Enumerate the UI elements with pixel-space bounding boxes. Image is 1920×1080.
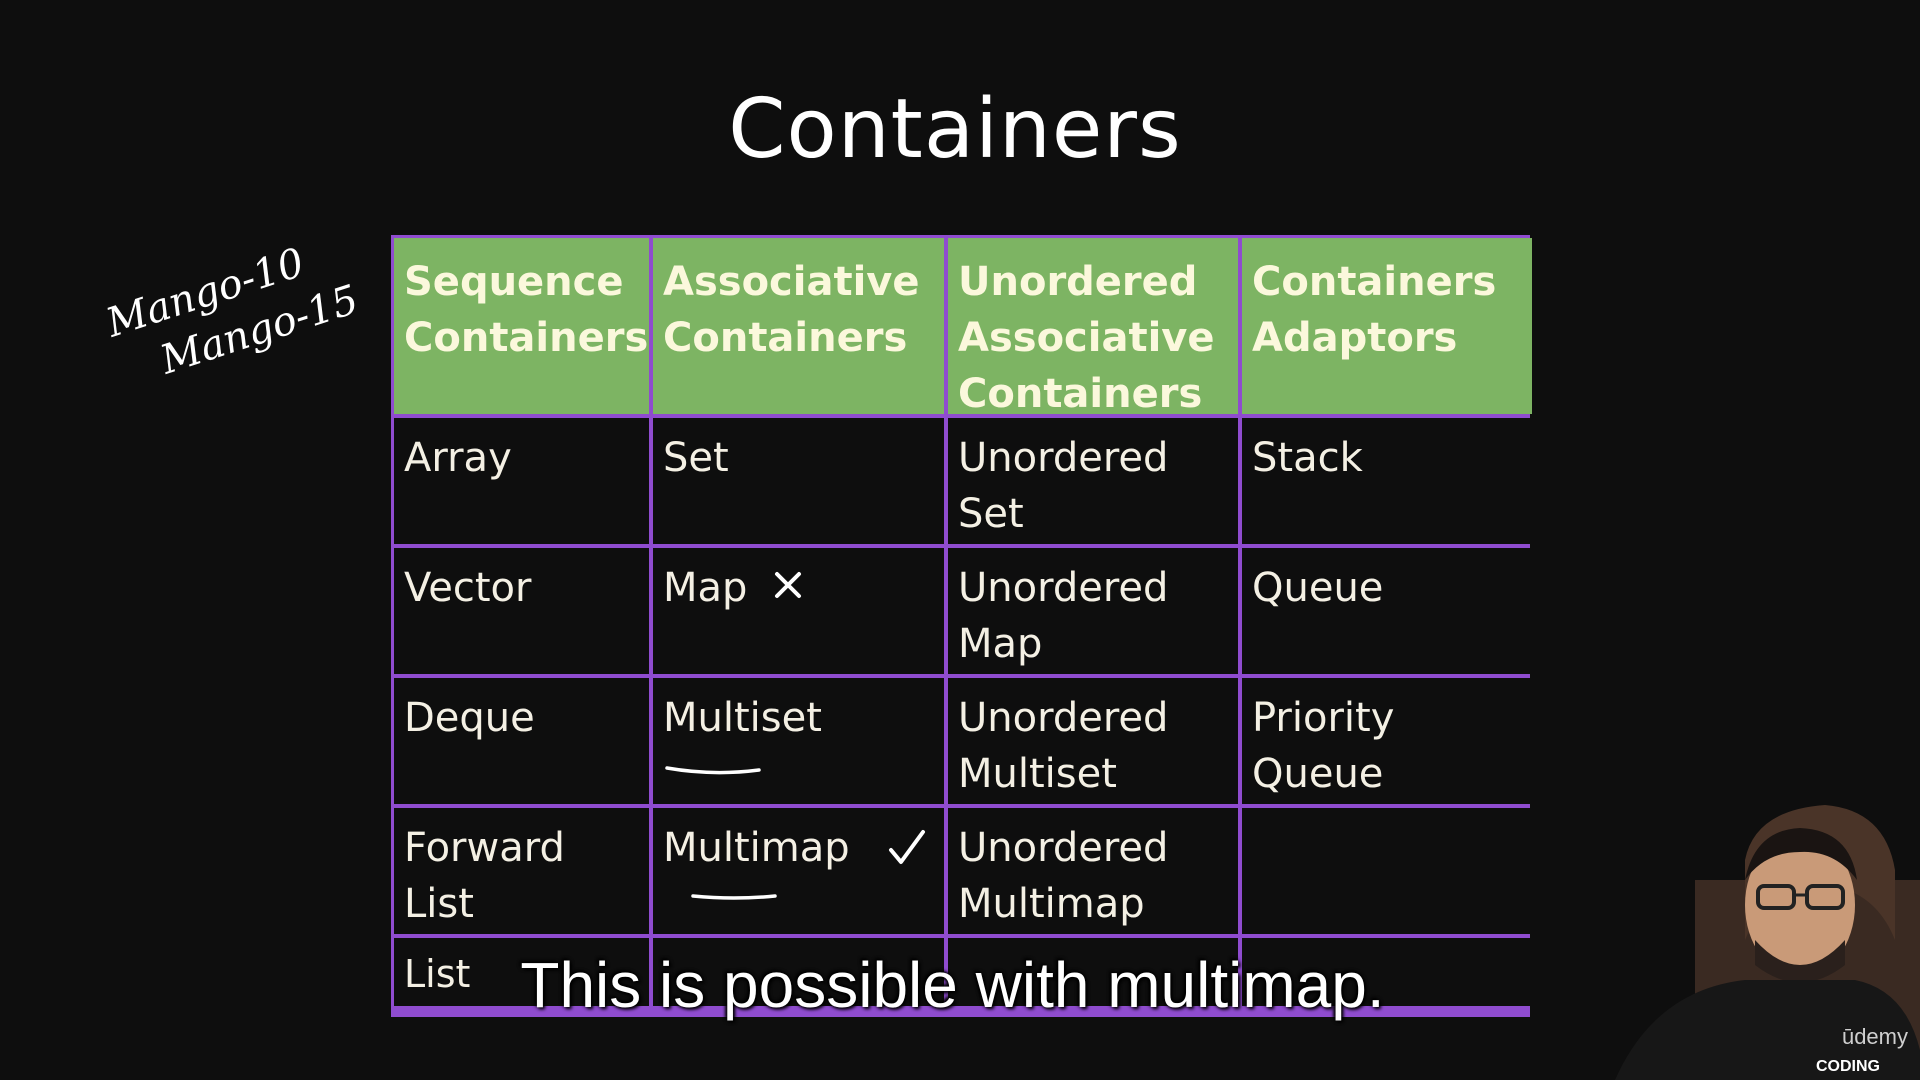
header-containers-adaptors: Containers Adaptors <box>1242 238 1532 414</box>
table-cell <box>1242 808 1532 934</box>
table-cell: Unordered Map <box>948 548 1238 674</box>
table-cell: Forward List <box>394 808 649 934</box>
header-unordered-associative-containers: Unordered Associative Containers <box>948 238 1238 414</box>
table-cell: Unordered Multimap <box>948 808 1238 934</box>
cross-mark-icon <box>775 572 801 598</box>
underline-stroke-icon <box>691 894 777 900</box>
slide-title: Containers <box>728 82 1182 177</box>
table-cell: Deque <box>394 678 649 804</box>
header-sequence-containers: Sequence Containers <box>394 238 649 414</box>
table-cell: Unordered Multiset <box>948 678 1238 804</box>
table-cell: Vector <box>394 548 649 674</box>
table-cell: Priority Queue <box>1242 678 1532 804</box>
handwritten-note: Mango-10 Mango-15 <box>100 224 365 399</box>
checkmark-icon <box>889 830 925 864</box>
containers-table: Sequence Containers Associative Containe… <box>391 235 1532 1017</box>
table-cell: Multiset <box>653 678 944 804</box>
header-associative-containers: Associative Containers <box>653 238 944 414</box>
table-cell: Queue <box>1242 548 1532 674</box>
table-cell: Array <box>394 418 649 544</box>
table-cell: Set <box>653 418 944 544</box>
table-cell: Unordered Set <box>948 418 1238 544</box>
underline-stroke-icon <box>665 766 761 775</box>
udemy-watermark: ūdemy <box>1841 1024 1908 1049</box>
table-cell: Map <box>653 548 944 674</box>
table-cell: Multimap <box>653 808 944 934</box>
table-cell: Stack <box>1242 418 1532 544</box>
channel-watermark: CODING <box>1816 1058 1880 1075</box>
